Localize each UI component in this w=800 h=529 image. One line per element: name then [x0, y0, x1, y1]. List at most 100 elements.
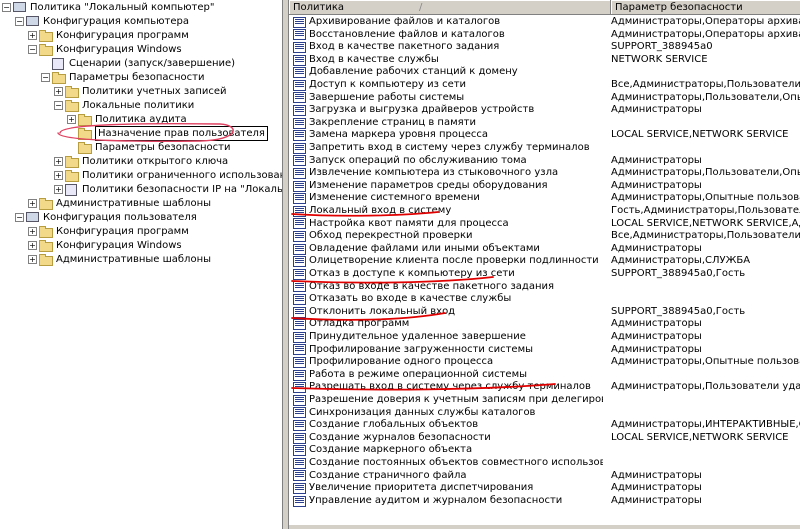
policy-row[interactable]: Создание страничного файла Администраторы	[289, 470, 800, 483]
policy-row[interactable]: Синхронизация данных службы каталогов	[289, 407, 800, 420]
policy-row[interactable]: Разрешать вход в систему через службу те…	[289, 381, 800, 394]
policy-row[interactable]: Загрузка и выгрузка драйверов устройств А…	[289, 104, 800, 117]
tree-node[interactable]: Конфигурация компьютера	[26, 15, 189, 28]
policy-row[interactable]: Изменение параметров среды оборудования А…	[289, 180, 800, 193]
policy-row[interactable]: Отказать во входе в качестве службы	[289, 293, 800, 306]
policy-row[interactable]: Вход в качестве пакетного задания SUPPORT…	[289, 41, 800, 54]
tree-item[interactable]: + Конфигурация Windows	[0, 239, 282, 252]
tree-item[interactable]: + Политики учетных записей	[0, 85, 282, 98]
column-header-setting[interactable]: Параметр безопасности	[611, 0, 800, 15]
collapse-icon[interactable]: −	[54, 101, 63, 110]
column-header-policy[interactable]: Политика /	[289, 0, 611, 15]
tree-item[interactable]: − Параметры безопасности	[0, 71, 282, 84]
policy-row[interactable]: Закрепление страниц в памяти	[289, 117, 800, 130]
security-setting: Администраторы,Опытные пользовате...	[611, 192, 800, 204]
tree-item[interactable]: + Административные шаблоны	[0, 253, 282, 266]
tree-item[interactable]: − Конфигурация пользователя	[0, 211, 282, 224]
policy-row[interactable]: Создание маркерного объекта	[289, 444, 800, 457]
policy-row[interactable]: Отказ во входе в качестве пакетного зада…	[289, 281, 800, 294]
tree-item[interactable]: + Политики открытого ключа	[0, 155, 282, 168]
tree-item[interactable]: Параметры безопасности	[0, 141, 282, 154]
tree-node[interactable]: Политика аудита	[78, 113, 187, 126]
tree-node[interactable]: Политики учетных записей	[65, 85, 227, 98]
tree-item[interactable]: + Политики ограниченного использования пр…	[0, 169, 282, 182]
policy-row[interactable]: Запретить вход в систему через службу те…	[289, 142, 800, 155]
tree-node[interactable]: Конфигурация программ	[39, 225, 189, 238]
policy-row[interactable]: Овладение файлами или иными объектами Адм…	[289, 243, 800, 256]
policy-row[interactable]: Добавление рабочих станций к домену	[289, 66, 800, 79]
tree-item[interactable]: + Политика аудита	[0, 113, 282, 126]
tree-item[interactable]: Назначение прав пользователя	[0, 126, 282, 141]
tree-node[interactable]: Конфигурация Windows	[39, 43, 182, 56]
policy-row[interactable]: Отладка программ Администраторы	[289, 318, 800, 331]
tree-item[interactable]: + Конфигурация программ	[0, 225, 282, 238]
tree-item[interactable]: − Конфигурация компьютера	[0, 15, 282, 28]
policy-row[interactable]: Обход перекрестной проверки Все,Администр…	[289, 230, 800, 243]
collapse-icon[interactable]: −	[41, 73, 50, 82]
tree-node[interactable]: Конфигурация программ	[39, 29, 189, 42]
collapse-icon[interactable]: −	[15, 17, 24, 26]
expand-icon[interactable]: +	[54, 87, 63, 96]
collapse-icon[interactable]: −	[28, 45, 37, 54]
policy-row[interactable]: Доступ к компьютеру из сети Все,Администр…	[289, 79, 800, 92]
policy-row[interactable]: Вход в качестве службы NETWORK SERVICE	[289, 54, 800, 67]
expand-icon[interactable]: +	[28, 241, 37, 250]
policy-row[interactable]: Принудительное удаленное завершение Админ…	[289, 331, 800, 344]
policy-row[interactable]: Завершение работы системы Администраторы,…	[289, 92, 800, 105]
policy-row[interactable]: Создание постоянных объектов совместного…	[289, 457, 800, 470]
policy-row[interactable]: Восстановление файлов и каталогов Админис…	[289, 29, 800, 42]
policy-row[interactable]: Профилирование одного процесса Администра…	[289, 356, 800, 369]
policy-row[interactable]: Олицетворение клиента после проверки под…	[289, 255, 800, 268]
policy-row[interactable]: Увеличение приоритета диспетчирования Адм…	[289, 482, 800, 495]
policy-row[interactable]: Замена маркера уровня процесса LOCAL SERV…	[289, 129, 800, 142]
policy-row[interactable]: Работа в режиме операционной системы	[289, 369, 800, 382]
tree-node[interactable]: Назначение прав пользователя	[78, 126, 268, 141]
tree-node[interactable]: Параметры безопасности	[52, 71, 204, 84]
policy-row[interactable]: Настройка квот памяти для процесса LOCAL …	[289, 218, 800, 231]
tree-node[interactable]: Локальные политики	[65, 99, 194, 112]
expand-icon[interactable]: +	[28, 199, 37, 208]
policy-row[interactable]: Запуск операций по обслуживанию тома Адми…	[289, 155, 800, 168]
tree-item[interactable]: − Конфигурация Windows	[0, 43, 282, 56]
collapse-icon[interactable]: −	[2, 3, 11, 12]
tree-node[interactable]: Политики открытого ключа	[65, 155, 228, 168]
console-tree-pane[interactable]: − Политика "Локальный компьютер" − Конфигур…	[0, 0, 283, 529]
policy-row[interactable]: Профилирование загруженности системы Адми…	[289, 344, 800, 357]
expand-icon[interactable]: +	[54, 185, 63, 194]
policy-row[interactable]: Создание журналов безопасности LOCAL SERV…	[289, 432, 800, 445]
policy-row[interactable]: Отказ в доступе к компьютеру из сети SUPP…	[289, 268, 800, 281]
policy-name: Архивирование файлов и каталогов	[309, 16, 501, 27]
tree-node[interactable]: Параметры безопасности	[78, 141, 230, 154]
tree-node[interactable]: Политика "Локальный компьютер"	[13, 1, 214, 14]
collapse-icon[interactable]: −	[15, 213, 24, 222]
expand-icon[interactable]: +	[54, 157, 63, 166]
tree-item[interactable]: − Политика "Локальный компьютер"	[0, 1, 282, 14]
policy-row[interactable]: Управление аудитом и журналом безопаснос…	[289, 495, 800, 508]
policy-row[interactable]: Создание глобальных объектов Администрато…	[289, 419, 800, 432]
policy-row[interactable]: Отклонить локальный вход SUPPORT_388945a0…	[289, 306, 800, 319]
tree-node[interactable]: Политики ограниченного использования про…	[65, 169, 282, 182]
expand-icon[interactable]: +	[28, 31, 37, 40]
policy-row[interactable]: Извлечение компьютера из стыковочного уз…	[289, 167, 800, 180]
tree-node[interactable]: Политики безопасности IP на "Локальный к…	[65, 183, 282, 196]
horizontal-scrollbar[interactable]	[289, 525, 800, 529]
tree-item[interactable]: + Конфигурация программ	[0, 29, 282, 42]
tree-node[interactable]: Административные шаблоны	[39, 197, 211, 210]
expand-icon[interactable]: +	[67, 115, 76, 124]
policy-row[interactable]: Локальный вход в систему Гость,Администра…	[289, 205, 800, 218]
policy-row[interactable]: Архивирование файлов и каталогов Админист…	[289, 16, 800, 29]
expand-icon[interactable]: +	[28, 255, 37, 264]
expand-icon[interactable]: +	[54, 171, 63, 180]
tree-item[interactable]: + Политики безопасности IP на "Локальный …	[0, 183, 282, 196]
tree-node[interactable]: Административные шаблоны	[39, 253, 211, 266]
tree-node[interactable]: Конфигурация Windows	[39, 239, 182, 252]
policy-row[interactable]: Разрешение доверия к учетным записям при…	[289, 394, 800, 407]
tree-item[interactable]: − Локальные политики	[0, 99, 282, 112]
policy-row[interactable]: Изменение системного времени Администрато…	[289, 192, 800, 205]
tree-item[interactable]: Сценарии (запуск/завершение)	[0, 57, 282, 70]
expand-icon[interactable]: +	[28, 227, 37, 236]
tree-node[interactable]: Конфигурация пользователя	[26, 211, 197, 224]
tree-node[interactable]: Сценарии (запуск/завершение)	[52, 57, 235, 70]
policy-list-pane[interactable]: Политика / Параметр безопасности Архивир…	[288, 0, 800, 529]
tree-item[interactable]: + Административные шаблоны	[0, 197, 282, 210]
